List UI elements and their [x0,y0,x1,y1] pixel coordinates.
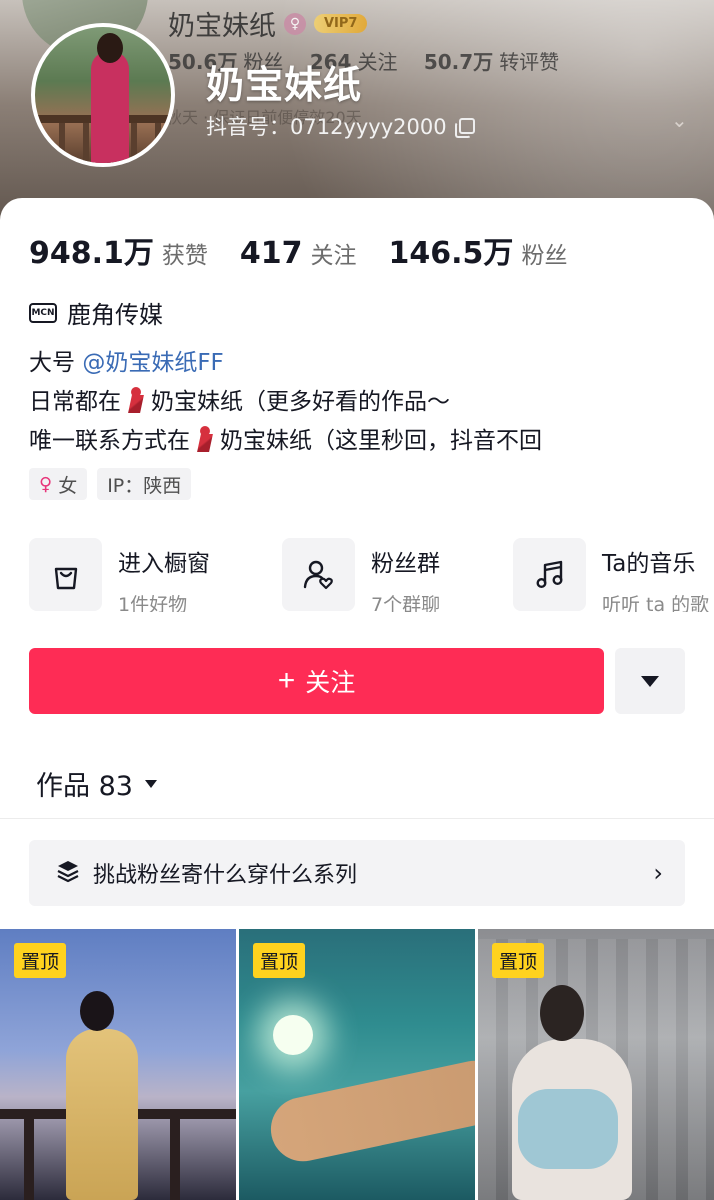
caret-down-icon [144,779,157,788]
bio-text: 奶宝妹纸（更多好看的作品～ [151,389,450,415]
stat-value: 948.1万 [29,236,154,271]
video-thumbnail[interactable]: 置顶 [239,929,475,1200]
bio-line: 日常都在 奶宝妹纸（更多好看的作品～ [29,383,542,422]
pinned-badge: 置顶 [492,943,545,978]
video-thumbnail[interactable]: 置顶 [0,929,236,1200]
stats-row: 948.1万 获赞 417 关注 146.5万 粉丝 [29,228,599,272]
avatar[interactable] [31,23,175,167]
pinned-badge: 置顶 [253,943,306,978]
tab-works[interactable]: 作品 83 [36,764,157,803]
video-grid: 置顶 置顶 置顶 [0,929,714,1200]
collection-title: 挑战粉丝寄什么穿什么系列 [93,863,358,888]
stat-likes[interactable]: 948.1万 获赞 [29,228,208,272]
header-background-name: 奶宝妹纸 ♀ VIP7 [168,4,368,43]
female-icon: ♀ [39,473,53,495]
bio-text: 奶宝妹纸（这里秒回，抖音不回 [220,428,542,454]
mention-link[interactable]: @奶宝妹纸FF [82,350,223,376]
caret-down-icon [641,675,659,687]
feature-title: 粉丝群 [371,551,440,577]
thumb-figure [264,1054,475,1168]
follow-button[interactable]: + 关注 [29,648,604,714]
feature-fan-group[interactable]: 粉丝群 7个群聊 [282,538,440,612]
more-options-button[interactable] [615,648,685,714]
feature-showcase[interactable]: 进入橱窗 1件好物 [29,538,210,612]
profile-nickname: 奶宝妹纸 [206,63,363,107]
thumb-figure [66,1029,138,1200]
feature-title: 进入橱窗 [118,551,210,577]
feature-title: Ta的音乐 [602,551,696,577]
thumb-post [24,1119,34,1200]
thumb-swimsuit [518,1089,618,1169]
mcn-icon: MCN [29,302,57,323]
thumb-head [540,985,584,1041]
tab-works-label: 作品 83 [36,771,133,802]
stat-value: 146.5万 [388,236,514,271]
plus-icon: + [277,664,296,697]
stat-following[interactable]: 417 关注 [240,236,357,271]
feature-sub: 听听 ta 的歌 [602,594,710,612]
gender-tag: ♀ 女 [29,468,88,500]
shopping-bag-icon [29,538,102,611]
vip-badge: VIP7 [314,14,368,33]
bio: 大号 @奶宝妹纸FF 日常都在 奶宝妹纸（更多好看的作品～ 唯一联系方式在 奶宝妹纸… [29,344,542,461]
stat-label: 粉丝 [521,243,568,269]
follow-label: 关注 [305,669,356,697]
avatar-photo-figure [91,51,129,163]
chevron-right-icon: › [653,859,663,887]
video-thumbnail[interactable]: 置顶 [478,929,714,1200]
thumb-post [170,1119,180,1200]
copy-icon[interactable] [454,117,475,138]
music-note-icon [513,538,586,611]
female-icon: ♀ [284,12,306,35]
mcn-name: 鹿角传媒 [67,301,163,329]
bio-text: 大号 [29,350,83,376]
bio-text: 唯一联系方式在 [29,428,190,454]
feature-sub: 7个群聊 [371,594,441,612]
stat-followers[interactable]: 146.5万 粉丝 [389,228,568,272]
gender-text: 女 [58,474,78,497]
ghost-name-text: 奶宝妹纸 [168,11,276,42]
stat-label: 获赞 [161,243,208,269]
ip-tag: IP：陕西 [97,468,192,500]
douyin-id-text: 抖音号：0712yyyy2000 [206,115,447,139]
bio-line: 唯一联系方式在 奶宝妹纸（这里秒回，抖音不回 [29,422,542,461]
collection-banner[interactable]: 挑战粉丝寄什么穿什么系列 › [29,840,685,906]
stat-label: 关注 [310,243,357,269]
ghost-stat: 50.7万 转评赞 [423,50,560,74]
red-scarf-icon [125,385,147,415]
ip-text: IP：陕西 [107,474,182,497]
fan-group-icon [282,538,355,611]
divider [0,818,714,819]
douyin-id[interactable]: 抖音号：0712yyyy2000 [206,111,475,141]
thumb-head [80,991,114,1031]
pinned-badge: 置顶 [14,943,67,978]
feature-sub: 1件好物 [118,594,188,612]
layers-icon [55,858,81,888]
avatar-photo-head [97,33,123,63]
feature-music[interactable]: Ta的音乐 听听 ta 的歌 [513,538,709,612]
stat-value: 417 [239,236,303,271]
bio-text: 日常都在 [29,389,121,415]
profile-tags: ♀ 女 IP：陕西 [29,468,192,500]
red-scarf-icon [194,424,216,454]
chevron-down-icon[interactable]: ⌄ [671,108,688,132]
mcn-agency[interactable]: MCN 鹿角传媒 [29,295,163,330]
bio-line: 大号 @奶宝妹纸FF [29,344,542,383]
thumb-light [273,1015,313,1055]
feature-row: 进入橱窗 1件好物 粉丝群 7个群聊 Ta的音乐 听听 ta 的歌 [29,538,714,612]
profile-card: 948.1万 获赞 417 关注 146.5万 粉丝 MCN 鹿角传媒 大号 @… [0,198,714,1200]
